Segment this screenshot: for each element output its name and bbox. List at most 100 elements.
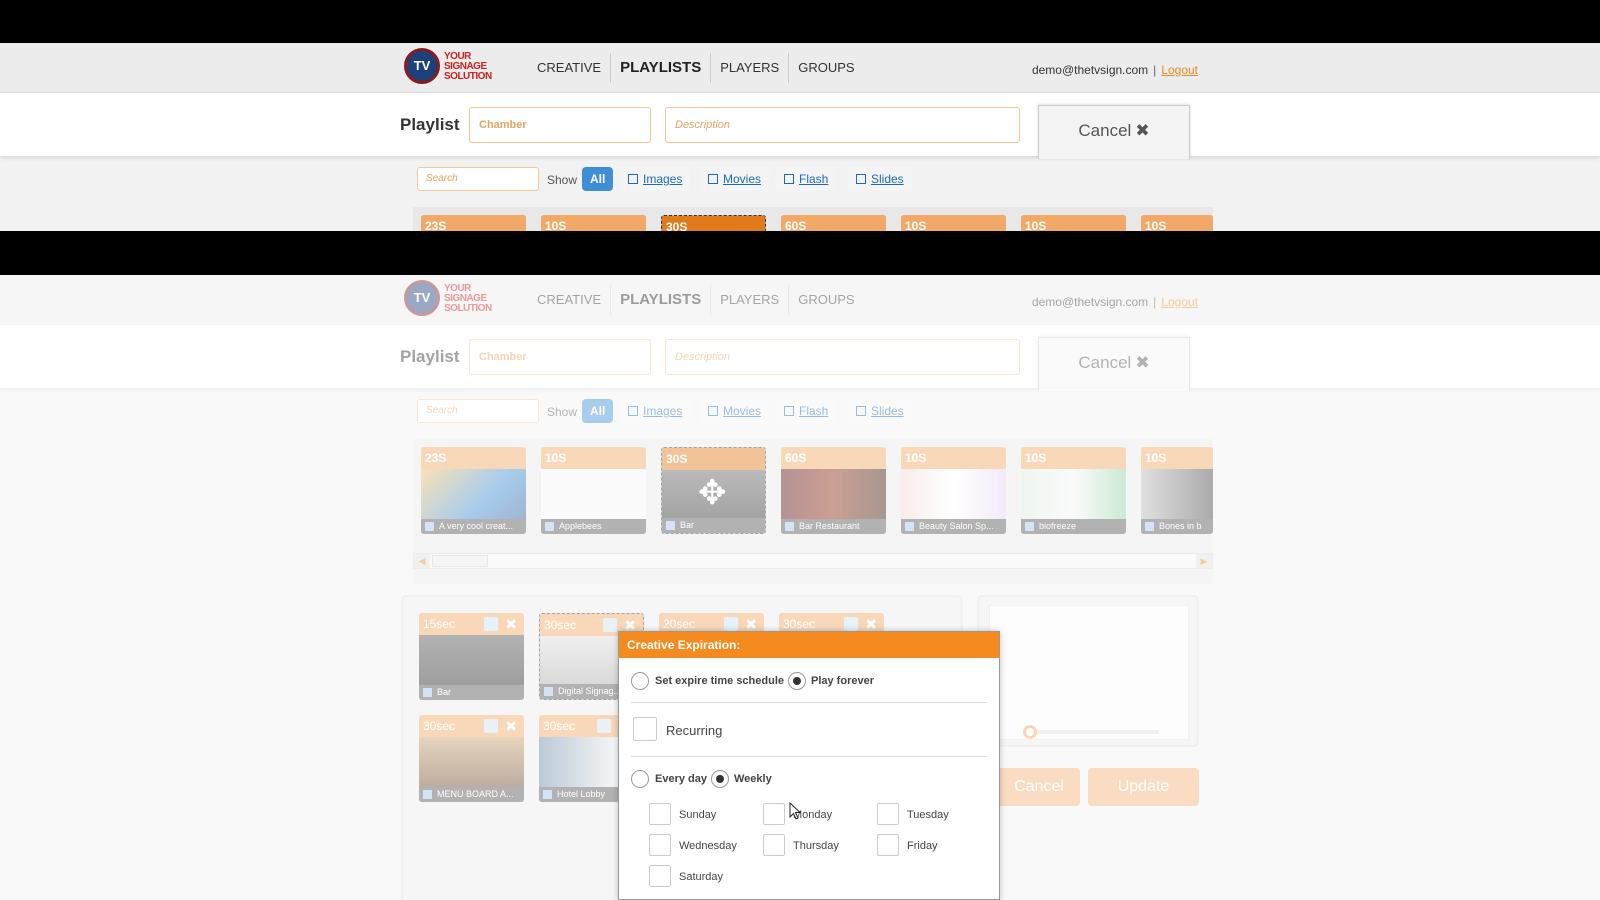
playlist-description-input[interactable]: Description	[665, 339, 1020, 375]
playlist-description-input[interactable]: Description	[665, 107, 1020, 143]
preview-icon[interactable]	[724, 617, 738, 631]
library-item[interactable]: 10S Beauty Salon Sp...	[901, 447, 1006, 534]
remove-icon[interactable]: ✖	[505, 613, 517, 635]
flash-icon	[784, 174, 794, 184]
filter-movies-button[interactable]: Movies	[700, 399, 770, 423]
nav-groups[interactable]: GROUPS	[789, 285, 863, 315]
filter-slides-label: Slides	[871, 404, 904, 418]
nav-creative[interactable]: CREATIVE	[528, 285, 612, 315]
filter-bar: Search Show All Images Movies Flash Slid…	[0, 389, 1600, 439]
logo-tv-icon: TV	[404, 48, 440, 84]
timeline-item[interactable]: 15sec ✖ Bar	[419, 613, 524, 700]
filter-images-button[interactable]: Images	[620, 167, 691, 191]
filter-flash-button[interactable]: Flash	[776, 167, 837, 191]
creative-expiration-dialog: Creative Expiration: Set expire time sch…	[618, 631, 1000, 900]
duration-badge: 23S	[421, 447, 526, 469]
filter-slides-button[interactable]: Slides	[848, 167, 912, 191]
preview-slider[interactable]	[1023, 725, 1159, 739]
library-peek-item[interactable]: 10S	[1141, 215, 1213, 231]
day-checkbox-wednesday[interactable]	[649, 834, 671, 856]
nav-creative[interactable]: CREATIVE	[528, 53, 612, 83]
library-peek-item[interactable]: 60S	[781, 215, 886, 231]
library-peek-item[interactable]: 23S	[421, 215, 526, 231]
duration-badge: 10S	[541, 447, 646, 469]
timeline-item[interactable]: 30sec Hotel Lobby	[539, 715, 619, 802]
recurring-checkbox[interactable]	[633, 717, 657, 741]
every-day-radio[interactable]	[631, 770, 649, 788]
library-item[interactable]: 23S A very cool creat...	[421, 447, 526, 534]
search-input[interactable]: Search	[417, 399, 539, 423]
playlist-name-input[interactable]: Chamber	[469, 339, 651, 375]
nav-groups[interactable]: GROUPS	[789, 53, 863, 83]
cancel-tab-button[interactable]: Cancel ✖	[1038, 105, 1190, 159]
preview-icon[interactable]	[844, 617, 858, 631]
filter-images-button[interactable]: Images	[620, 399, 691, 423]
day-checkbox-saturday[interactable]	[649, 865, 671, 887]
account-area: demo@thetvsign.com | Logout	[1032, 295, 1198, 309]
nav-players[interactable]: PLAYERS	[711, 53, 790, 83]
account-email: demo@thetvsign.com	[1031, 295, 1149, 309]
update-button[interactable]: Update	[1088, 768, 1199, 806]
day-checkbox-tuesday[interactable]	[877, 803, 899, 825]
library-item[interactable]: 10S biofreeze	[1021, 447, 1126, 534]
preview-icon[interactable]	[597, 719, 611, 733]
library-peek-item[interactable]: 10S	[1021, 215, 1126, 231]
library-item[interactable]: 30S ✥ Bar	[661, 447, 766, 534]
item-caption: Bar	[662, 518, 765, 533]
cancel-button[interactable]: Cancel	[998, 768, 1080, 806]
library-scrollbar[interactable]: ◀ ▶	[413, 553, 1213, 569]
nav-playlists[interactable]: PLAYLISTS	[611, 285, 712, 315]
item-caption: Bones in b	[1141, 519, 1213, 534]
library-item[interactable]: 10S Applebees	[541, 447, 646, 534]
nav-playlists[interactable]: PLAYLISTS	[611, 53, 712, 83]
duration-badge: 10S	[901, 447, 1006, 469]
thumbnail-image	[421, 469, 526, 519]
account-separator: |	[1153, 295, 1157, 309]
item-caption: biofreeze	[1021, 519, 1126, 534]
library-item[interactable]: 10S Bones in b	[1141, 447, 1213, 534]
logo-line-3: SOLUTION	[444, 71, 492, 82]
logout-link[interactable]: Logout	[1161, 295, 1198, 309]
preview-icon[interactable]	[603, 618, 617, 632]
thumbnail-image	[1021, 469, 1126, 519]
filter-all-button[interactable]: All	[582, 399, 614, 423]
library-peek-item[interactable]: 10S	[541, 215, 646, 231]
remove-icon[interactable]: ✖	[505, 715, 517, 737]
playlist-name-input[interactable]: Chamber	[469, 107, 651, 143]
nav-players[interactable]: PLAYERS	[711, 285, 790, 315]
thumbnail-image	[541, 469, 646, 519]
library-peek-item[interactable]: 10S	[901, 215, 1006, 231]
playlist-bar: Playlist Chamber Description Cancel ✖	[0, 93, 1600, 159]
day-checkbox-sunday[interactable]	[649, 803, 671, 825]
day-checkbox-monday[interactable]	[763, 803, 785, 825]
logo[interactable]: TV YOUR SIGNAGE SOLUTION	[404, 280, 504, 318]
scroll-left-icon[interactable]: ◀	[414, 554, 430, 568]
play-forever-radio[interactable]	[788, 672, 806, 690]
logout-link[interactable]: Logout	[1161, 63, 1198, 77]
filter-movies-button[interactable]: Movies	[700, 167, 770, 191]
library-item[interactable]: 60S Bar Restaurant	[781, 447, 886, 534]
weekly-radio[interactable]	[711, 770, 729, 788]
day-checkbox-thursday[interactable]	[763, 834, 785, 856]
playlist-bar: Playlist Chamber Description Cancel ✖	[0, 325, 1600, 391]
timeline-item[interactable]: 30sec ✖ MENU BOARD A...	[419, 715, 524, 802]
thumbnail-image	[419, 737, 524, 787]
logo-text: YOUR SIGNAGE SOLUTION	[444, 52, 492, 82]
item-caption: Bar Restaurant	[781, 519, 886, 534]
scroll-right-icon[interactable]: ▶	[1196, 554, 1212, 568]
thumbnail-image	[539, 737, 619, 787]
set-expire-radio[interactable]	[631, 672, 649, 690]
library-peek-item[interactable]: 30S	[661, 215, 766, 231]
library-strip-peek: 23S 10S 30S 60S 10S 10S 10S	[413, 207, 1213, 231]
slider-knob[interactable]	[1023, 725, 1037, 739]
filter-slides-button[interactable]: Slides	[848, 399, 912, 423]
day-checkbox-friday[interactable]	[877, 834, 899, 856]
search-input[interactable]: Search	[417, 167, 539, 191]
scrollbar-thumb[interactable]	[432, 555, 488, 567]
cancel-tab-button[interactable]: Cancel ✖	[1038, 337, 1190, 391]
preview-icon[interactable]	[484, 719, 498, 733]
filter-flash-button[interactable]: Flash	[776, 399, 837, 423]
filter-all-button[interactable]: All	[582, 167, 614, 191]
preview-icon[interactable]	[484, 617, 498, 631]
logo[interactable]: TV YOUR SIGNAGE SOLUTION	[404, 48, 504, 86]
